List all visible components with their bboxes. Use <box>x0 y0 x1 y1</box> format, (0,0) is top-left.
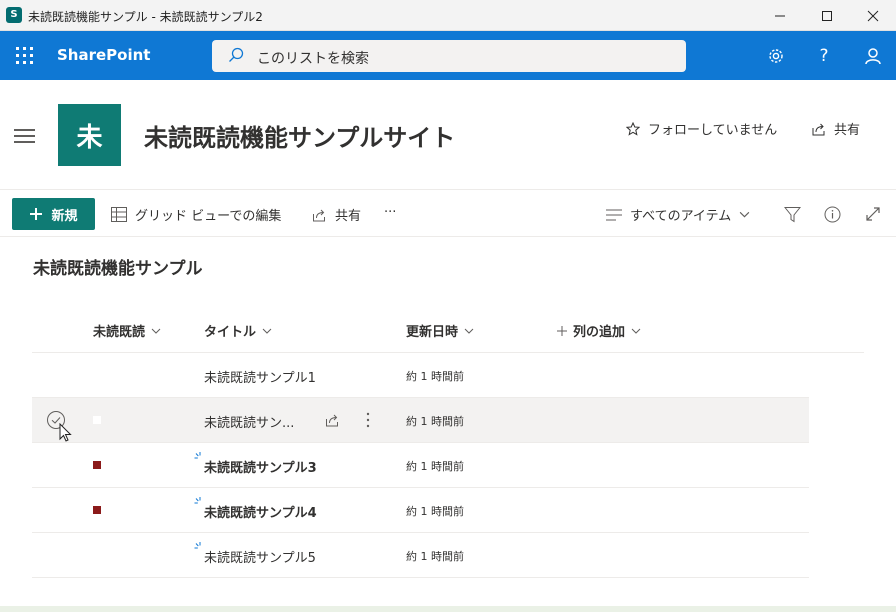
more-icon: ··· <box>384 205 397 220</box>
suite-bar: SharePoint このリストを検索 ? <box>0 31 896 80</box>
row-title[interactable]: 未読既読サンプル1 <box>204 367 316 386</box>
row-share-button[interactable] <box>322 410 342 430</box>
window-titlebar: S 未読既読機能サンプル - 未読既読サンプル2 <box>0 0 896 31</box>
person-icon <box>865 48 881 65</box>
chevron-down-icon <box>631 328 641 334</box>
site-logo[interactable]: 未 <box>58 104 121 166</box>
list-row-4[interactable]: 未読既読サンプル4 約 1 時間前 <box>32 488 809 533</box>
column-header-modified[interactable]: 更新日時 <box>406 321 474 340</box>
expand-icon <box>866 207 880 221</box>
fullscreen-button[interactable] <box>862 203 884 225</box>
list-share-button[interactable]: 共有 <box>312 205 361 224</box>
unread-marker <box>93 506 101 514</box>
share-icon <box>812 123 825 135</box>
more-commands-button[interactable]: ··· <box>384 205 396 220</box>
window-title: 未読既読機能サンプル - 未読既読サンプル2 <box>28 10 263 24</box>
gear-icon <box>769 49 783 63</box>
row-title[interactable]: 未読既読サンプル3 <box>204 457 317 476</box>
cursor-icon <box>59 423 72 442</box>
row-modified: 約 1 時間前 <box>406 460 464 473</box>
search-icon <box>229 47 244 62</box>
close-button[interactable] <box>850 0 896 31</box>
row-title[interactable]: 未読既読サンプル4 <box>204 502 317 521</box>
star-icon <box>626 121 640 136</box>
help-icon: ? <box>819 46 829 66</box>
row-title[interactable]: 未読既読サン... <box>204 412 294 431</box>
share-icon <box>313 209 325 221</box>
grid-edit-button[interactable]: グリッド ビューでの編集 <box>111 205 281 224</box>
command-divider <box>0 236 896 237</box>
sharepoint-app-icon: S <box>6 7 22 23</box>
chevron-down-icon <box>262 328 272 334</box>
nav-toggle-button[interactable] <box>14 129 35 143</box>
plus-icon <box>30 208 43 220</box>
brand-link[interactable]: SharePoint <box>57 46 150 64</box>
add-column-button[interactable]: 列の追加 <box>557 321 641 340</box>
site-title[interactable]: 未読既読機能サンプルサイト <box>144 118 455 153</box>
column-label: タイトル <box>204 325 257 340</box>
help-button[interactable]: ? <box>812 44 836 68</box>
column-label: 更新日時 <box>406 325 459 340</box>
chevron-down-icon <box>151 328 161 334</box>
bottom-strip <box>0 606 896 612</box>
account-button[interactable] <box>861 44 885 68</box>
column-header-unread[interactable]: 未読既読 <box>93 321 161 340</box>
more-vertical-icon <box>366 412 370 428</box>
filter-button[interactable] <box>781 203 803 225</box>
list-row-2[interactable]: 未読既読サン... 約 1 時間前 <box>32 398 809 443</box>
new-item-button[interactable]: 新規 <box>12 198 95 230</box>
search-input[interactable]: このリストを検索 <box>212 40 686 72</box>
list-row-3[interactable]: 未読既読サンプル3 約 1 時間前 <box>32 443 809 488</box>
unread-marker <box>93 461 101 469</box>
read-marker <box>93 416 101 424</box>
info-button[interactable] <box>821 203 843 225</box>
maximize-button[interactable] <box>804 0 850 31</box>
chevron-down-icon <box>739 211 750 218</box>
list-row-1[interactable]: 未読既読サンプル1 約 1 時間前 <box>32 353 809 398</box>
follow-label: フォローしていません <box>648 123 778 138</box>
view-switcher[interactable]: すべてのアイテム <box>606 205 750 224</box>
list-share-label: 共有 <box>335 209 362 224</box>
row-modified: 約 1 時間前 <box>406 505 464 518</box>
row-modified: 約 1 時間前 <box>406 370 464 383</box>
column-label: 列の追加 <box>573 325 626 340</box>
filter-icon <box>783 206 801 222</box>
header-divider <box>0 189 896 190</box>
plus-icon <box>557 325 567 336</box>
column-label: 未読既読 <box>93 325 146 340</box>
list-title[interactable]: 未読既読機能サンプル <box>33 254 203 279</box>
info-icon <box>824 206 840 222</box>
list-row-5[interactable]: 未読既読サンプル5 約 1 時間前 <box>32 533 809 578</box>
settings-button[interactable] <box>764 44 788 68</box>
new-label: 新規 <box>51 208 78 224</box>
share-label: 共有 <box>834 123 861 138</box>
maximize-icon <box>822 10 832 21</box>
waffle-icon[interactable] <box>10 41 38 69</box>
row-more-button[interactable] <box>358 410 378 430</box>
row-modified: 約 1 時間前 <box>406 415 464 428</box>
view-lines-icon <box>606 209 622 220</box>
grid-edit-label: グリッド ビューでの編集 <box>135 209 282 224</box>
site-share-button[interactable]: 共有 <box>812 119 860 138</box>
grid-icon <box>111 207 127 222</box>
search-placeholder: このリストを検索 <box>257 51 369 67</box>
chevron-down-icon <box>464 328 474 334</box>
share-icon <box>325 414 338 427</box>
column-header-title[interactable]: タイトル <box>204 321 272 340</box>
close-icon <box>867 10 879 21</box>
view-label: すべてのアイテム <box>630 209 732 224</box>
minimize-icon <box>775 15 785 16</box>
row-title[interactable]: 未読既読サンプル5 <box>204 547 316 566</box>
follow-button[interactable]: フォローしていません <box>626 119 777 138</box>
row-modified: 約 1 時間前 <box>406 550 464 563</box>
minimize-button[interactable] <box>757 0 803 31</box>
